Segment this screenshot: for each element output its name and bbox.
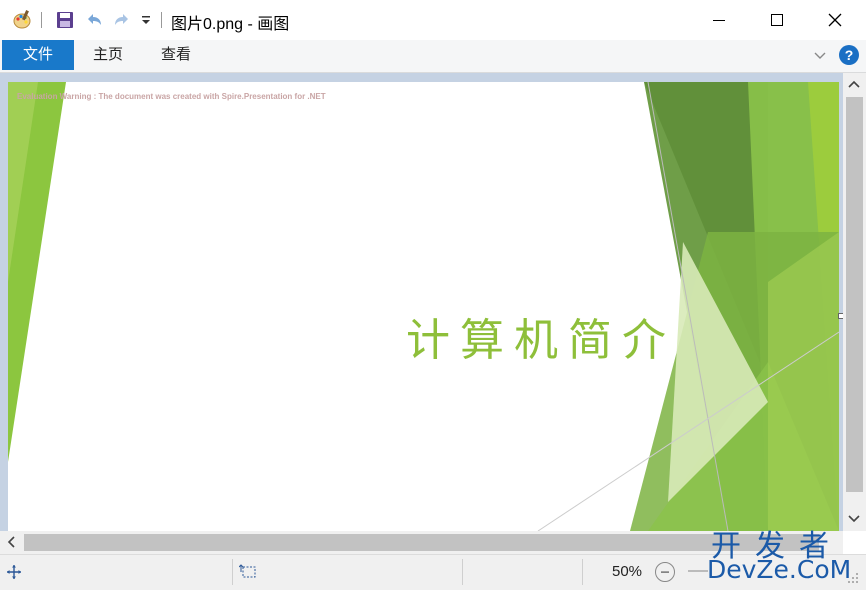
minus-icon	[661, 571, 669, 573]
maximize-button[interactable]	[748, 0, 806, 40]
zoom-out-button[interactable]	[655, 562, 675, 582]
tab-view[interactable]: 查看	[150, 40, 202, 70]
tab-home[interactable]: 主页	[82, 40, 134, 70]
maximize-icon	[771, 14, 783, 26]
redo-icon[interactable]	[110, 9, 134, 31]
minimize-button[interactable]	[690, 0, 748, 40]
brand-watermark: 开发者 DevZe.CoM	[705, 519, 865, 589]
vertical-scrollbar[interactable]	[843, 73, 866, 531]
vertical-scroll-thumb[interactable]	[846, 97, 863, 492]
window-title: 图片0.png - 画图	[171, 16, 290, 33]
selection-size-icon	[239, 564, 257, 580]
paint-app-icon[interactable]	[10, 9, 34, 31]
evaluation-watermark: Evaluation Warning : The document was cr…	[17, 92, 326, 101]
undo-icon[interactable]	[82, 9, 106, 31]
zoom-level: 50%	[612, 563, 643, 580]
status-separator	[582, 559, 583, 585]
title-separator	[161, 12, 162, 28]
scroll-left-icon[interactable]	[6, 536, 16, 548]
horizontal-scroll-thumb[interactable]	[24, 534, 819, 551]
close-button[interactable]	[806, 0, 864, 40]
canvas-area[interactable]: Evaluation Warning : The document was cr…	[0, 73, 844, 531]
customize-dropdown-icon[interactable]	[138, 9, 154, 31]
status-separator	[462, 559, 463, 585]
cursor-position-icon	[6, 564, 22, 580]
qa-separator	[41, 12, 42, 28]
save-icon[interactable]	[53, 9, 77, 31]
scroll-up-icon[interactable]	[848, 79, 860, 89]
slide-image[interactable]: Evaluation Warning : The document was cr…	[8, 82, 839, 531]
ribbon-tab-bar: 文件 主页 查看 ?	[0, 40, 866, 73]
help-icon[interactable]: ?	[838, 44, 860, 66]
close-icon	[828, 13, 842, 27]
minimize-icon	[713, 20, 725, 21]
status-separator	[232, 559, 233, 585]
brand-watermark-bottom: DevZe.CoM	[707, 555, 852, 584]
title-bar: 图片0.png - 画图	[0, 0, 866, 40]
ribbon-collapse-chevron-icon[interactable]	[813, 48, 827, 62]
slide-title: 计算机简介	[406, 315, 676, 366]
svg-text:?: ?	[845, 47, 854, 63]
tab-file[interactable]: 文件	[2, 40, 74, 70]
